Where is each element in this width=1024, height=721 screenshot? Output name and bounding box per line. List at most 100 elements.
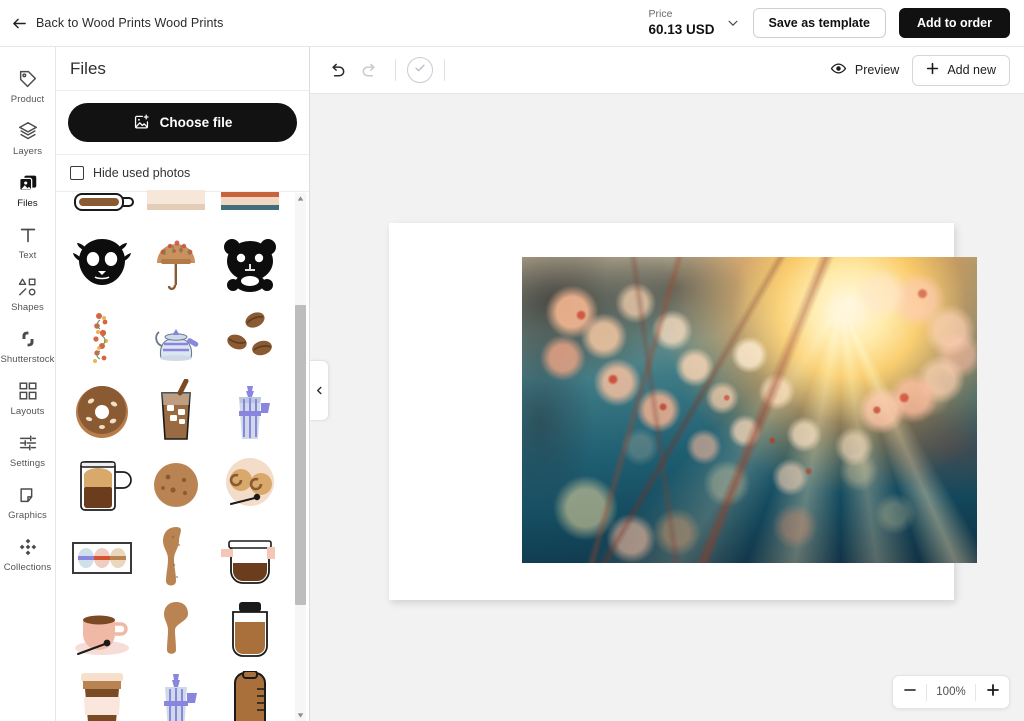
back-to-product-link[interactable]: Back to Wood Prints Wood Prints <box>12 16 223 31</box>
thumbnail-grid: LESS ATTITUDE <box>66 189 292 721</box>
files-panel: Files Choose file Hide used photos <box>56 47 310 721</box>
sidebar-item-product[interactable]: Product <box>0 60 56 112</box>
thumbnail-mason-jar-latte-clipart[interactable] <box>66 449 138 521</box>
thumbnail-coffee-beans-clipart[interactable] <box>214 303 286 375</box>
panel-scrollbar[interactable] <box>295 193 306 721</box>
sidebar-item-label: Shutterstock <box>0 353 55 365</box>
zoom-in-button[interactable] <box>976 676 1009 708</box>
sidebar-item-label: Settings <box>9 457 46 469</box>
collapse-panel-handle[interactable] <box>310 360 329 421</box>
sidebar-item-label: Layers <box>12 145 43 157</box>
thumbnail-moka-pot-blue-clipart[interactable] <box>140 668 212 721</box>
thumbnail-moka-pot-clipart[interactable] <box>214 376 286 448</box>
back-link-label: Back to Wood Prints Wood Prints <box>36 16 224 30</box>
plus-icon <box>986 683 1000 702</box>
sidebar-item-layouts[interactable]: Layouts <box>0 372 56 424</box>
thumbnail-cream-swatch-tile[interactable] <box>140 189 212 229</box>
sidebar-item-text[interactable]: Text <box>0 216 56 268</box>
sidebar-item-layers[interactable]: Layers <box>0 112 56 164</box>
sidebar-item-files[interactable]: Files <box>0 164 56 216</box>
hide-used-photos-label: Hide used photos <box>93 166 191 180</box>
sidebar-item-graphics[interactable]: Graphics <box>0 476 56 528</box>
thumbnail-macarons-box-clipart[interactable] <box>66 522 138 594</box>
thumbnail-black-cat-face-clipart[interactable] <box>66 230 138 302</box>
add-new-button[interactable]: Add new <box>912 54 1010 86</box>
undo-button[interactable] <box>322 55 352 85</box>
choose-file-section: Choose file <box>56 91 309 155</box>
zoom-out-button[interactable] <box>893 676 926 708</box>
canvas-toolbar-right: Preview Add new <box>830 54 1024 86</box>
caret-up-icon[interactable] <box>295 193 306 204</box>
thumbnail-coffee-pot-clipart[interactable] <box>214 595 286 667</box>
sidebar-item-label: Layouts <box>10 405 45 417</box>
price-dropdown[interactable]: Price 60.13 USD <box>648 7 740 37</box>
top-bar-actions: Price 60.13 USD Save as template Add to … <box>649 8 1024 38</box>
save-as-template-button[interactable]: Save as template <box>752 8 886 38</box>
minus-icon <box>903 683 917 702</box>
toolbar-divider <box>444 59 445 81</box>
thumbnail-wooden-spoon-clipart[interactable] <box>140 522 212 594</box>
thumbnail-abstract-stripe-tile[interactable] <box>214 189 286 229</box>
choose-file-button[interactable]: Choose file <box>68 103 297 142</box>
photos-icon <box>17 172 39 194</box>
preview-label: Preview <box>854 63 900 77</box>
price-texts: Price 60.13 USD <box>648 7 715 37</box>
price-value: 60.13 USD <box>648 21 715 37</box>
thumbnail-pink-cup-saucer-clipart[interactable] <box>66 595 138 667</box>
thumbnail-coffee-carafe-clipart[interactable] <box>214 522 286 594</box>
sliders-icon <box>17 432 39 454</box>
thumbnail-teapot-clipart[interactable] <box>140 303 212 375</box>
plus-icon <box>926 62 939 78</box>
hide-used-photos-checkbox[interactable] <box>70 166 84 180</box>
chevron-down-icon <box>726 16 740 30</box>
thumbnail-list[interactable]: LESS ATTITUDE <box>56 189 310 721</box>
thumbnail-cookie-clipart[interactable] <box>140 449 212 521</box>
thumbnail-cold-brew-bottle-clipart[interactable] <box>214 668 286 721</box>
add-new-label: Add new <box>947 63 996 77</box>
text-t-icon <box>17 224 39 246</box>
canvas-stage[interactable]: 100% <box>310 94 1024 721</box>
preview-button[interactable]: Preview <box>830 60 899 80</box>
sidebar-item-collections[interactable]: Collections <box>0 528 56 580</box>
artboard[interactable] <box>389 223 977 600</box>
sidebar-item-label: Shapes <box>11 301 44 313</box>
circle-check-icon <box>413 61 427 80</box>
eye-icon <box>830 60 847 80</box>
image-add-icon <box>133 113 150 133</box>
thumbnail-black-panda-face-clipart[interactable] <box>214 230 286 302</box>
left-tool-rail: Product Layers Files Text Shapes Shutter… <box>0 47 56 721</box>
cherry-blossom-sunset-photo[interactable] <box>522 257 977 563</box>
thumbnail-floral-umbrella-clipart[interactable] <box>140 230 212 302</box>
thumbnail-mug-outline-clipart[interactable] <box>66 189 138 229</box>
approve-design-button[interactable] <box>407 57 433 83</box>
shapes-icon <box>17 276 39 298</box>
panel-scrollbar-thumb[interactable] <box>295 305 306 605</box>
sidebar-item-shapes[interactable]: Shapes <box>0 268 56 320</box>
layouts-grid-icon <box>17 380 39 402</box>
collections-diamond-icon <box>17 536 39 558</box>
layers-icon <box>17 120 39 142</box>
thumbnail-cinnamon-rolls-clipart[interactable] <box>214 449 286 521</box>
price-label: Price <box>648 7 673 20</box>
top-bar: Back to Wood Prints Wood Prints Price 60… <box>0 0 1024 47</box>
thumbnail-long-spoon-clipart[interactable] <box>140 595 212 667</box>
thumbnail-donut-clipart[interactable] <box>66 376 138 448</box>
thumbnail-takeaway-cup-clipart[interactable] <box>66 668 138 721</box>
canvas-toolbar-left <box>310 55 454 85</box>
zoom-value: 100% <box>936 686 966 698</box>
sidebar-item-label: Product <box>10 93 45 105</box>
toolbar-divider <box>395 59 396 81</box>
redo-button[interactable] <box>354 55 384 85</box>
zoom-control: 100% <box>892 675 1010 709</box>
thumbnail-iced-coffee-glass-clipart[interactable] <box>140 376 212 448</box>
sidebar-item-label: Text <box>18 249 37 261</box>
canvas-toolbar: Preview Add new <box>310 47 1024 94</box>
thumbnail-floral-letter-clipart[interactable] <box>66 303 138 375</box>
photo-glow-layer <box>522 257 977 563</box>
add-to-order-button[interactable]: Add to order <box>899 8 1010 38</box>
shutterstock-icon <box>17 328 39 350</box>
hide-used-photos-row[interactable]: Hide used photos <box>56 155 309 192</box>
caret-down-icon[interactable] <box>295 710 306 721</box>
sidebar-item-shutterstock[interactable]: Shutterstock <box>0 320 56 372</box>
sidebar-item-settings[interactable]: Settings <box>0 424 56 476</box>
